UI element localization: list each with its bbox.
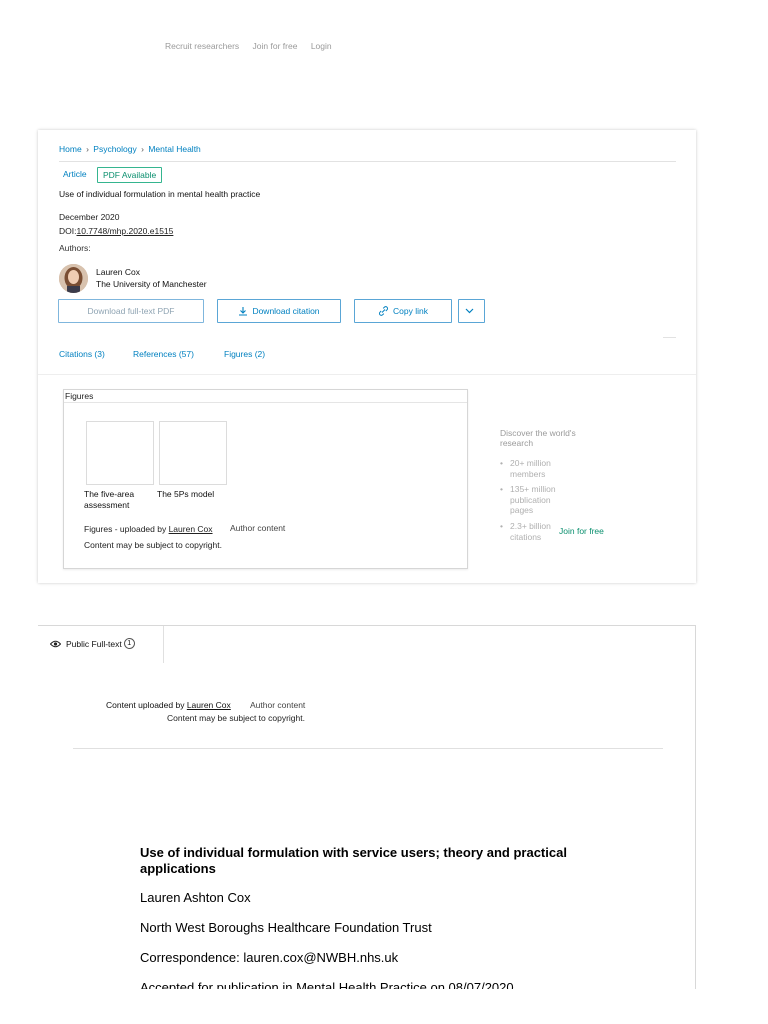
copy-link-label: Copy link bbox=[393, 306, 428, 316]
chevron-right-icon: › bbox=[86, 144, 89, 154]
divider bbox=[64, 402, 467, 403]
uploader-link[interactable]: Lauren Cox bbox=[169, 524, 213, 534]
eye-icon bbox=[50, 640, 61, 647]
recruit-researchers-link[interactable]: Recruit researchers bbox=[165, 41, 239, 51]
login-link[interactable]: Login bbox=[311, 41, 332, 51]
viewport-cutoff bbox=[0, 989, 768, 1024]
figure-caption[interactable]: The 5Ps model bbox=[157, 489, 214, 499]
download-pdf-button[interactable]: Download full-text PDF bbox=[58, 299, 204, 323]
copyright-note: Content may be subject to copyright. bbox=[167, 713, 305, 723]
breadcrumb-home[interactable]: Home bbox=[59, 144, 82, 154]
doi-link[interactable]: 10.7748/mhp.2020.e1515 bbox=[76, 226, 173, 236]
figure-thumbnail-5ps[interactable] bbox=[159, 421, 227, 485]
download-citation-button[interactable]: Download citation bbox=[217, 299, 341, 323]
tab-figures[interactable]: Figures (2) bbox=[224, 349, 265, 359]
publication-title: Use of individual formulation in mental … bbox=[59, 189, 261, 199]
tab-references[interactable]: References (57) bbox=[133, 349, 194, 359]
doi-label: DOI: bbox=[59, 226, 77, 236]
doi: DOI:10.7748/mhp.2020.e1515 bbox=[59, 226, 173, 236]
bullet-icon: • bbox=[500, 521, 503, 531]
bullet-icon: • bbox=[500, 458, 503, 468]
document-title: Use of individual formulation with servi… bbox=[140, 845, 567, 876]
breadcrumb-psychology[interactable]: Psychology bbox=[93, 144, 136, 154]
pdf-available-badge: PDF Available bbox=[97, 167, 163, 183]
download-citation-label: Download citation bbox=[252, 306, 320, 316]
download-icon bbox=[239, 307, 248, 316]
download-pdf-label: Download full-text PDF bbox=[87, 306, 175, 316]
info-icon[interactable]: 1 bbox=[123, 638, 135, 649]
figure-caption[interactable]: The five-area assessment bbox=[84, 489, 156, 511]
breadcrumb: Home › Psychology › Mental Health bbox=[59, 144, 201, 154]
bullet-icon: • bbox=[500, 484, 503, 494]
chevron-down-icon bbox=[465, 308, 474, 314]
tab-citations[interactable]: Citations (3) bbox=[59, 349, 105, 359]
author-content-label: Author content bbox=[250, 700, 306, 710]
stat-text: 20+ million members bbox=[510, 458, 551, 479]
chevron-right-icon: › bbox=[141, 144, 144, 154]
public-fulltext-label: Public Full-text 1 bbox=[50, 638, 135, 649]
avatar[interactable] bbox=[59, 264, 88, 293]
link-icon bbox=[379, 306, 388, 316]
divider bbox=[59, 161, 676, 162]
uploaded-prefix: Content uploaded by bbox=[106, 700, 187, 710]
stat-text: 2.3+ billion citations bbox=[510, 521, 551, 542]
uploader-link[interactable]: Lauren Cox bbox=[187, 700, 231, 710]
top-nav: Recruit researchers Join for free Login bbox=[165, 41, 343, 51]
stat-text: 135+ million publication pages bbox=[510, 484, 556, 515]
divider bbox=[663, 337, 676, 338]
figures-heading: Figures bbox=[65, 391, 94, 401]
join-for-free-button[interactable]: Join for free bbox=[559, 526, 604, 536]
content-uploaded-by: Content uploaded by Lauren Cox bbox=[106, 700, 231, 710]
document-organisation: North West Boroughs Healthcare Foundatio… bbox=[140, 920, 432, 935]
public-fulltext-text: Public Full-text bbox=[66, 638, 122, 649]
divider bbox=[38, 374, 696, 375]
figure-thumbnail-five-area[interactable] bbox=[86, 421, 154, 485]
author-affiliation: The University of Manchester bbox=[96, 279, 207, 289]
authors-label: Authors: bbox=[59, 243, 91, 253]
document-correspondence: Correspondence: lauren.cox@NWBH.nhs.uk bbox=[140, 950, 399, 965]
discover-heading: Discover the world's research bbox=[500, 428, 576, 448]
divider bbox=[73, 748, 663, 749]
article-type-badge: Article bbox=[63, 169, 87, 179]
figures-uploaded-by: Figures - uploaded by Lauren Cox bbox=[84, 524, 213, 534]
more-actions-button[interactable] bbox=[458, 299, 485, 323]
copy-link-button[interactable]: Copy link bbox=[354, 299, 452, 323]
author-content-label: Author content bbox=[230, 523, 286, 533]
copyright-note: Content may be subject to copyright. bbox=[84, 540, 222, 550]
document-author: Lauren Ashton Cox bbox=[140, 890, 251, 905]
author-name[interactable]: Lauren Cox bbox=[96, 267, 140, 277]
join-for-free-link[interactable]: Join for free bbox=[253, 41, 298, 51]
breadcrumb-mental-health[interactable]: Mental Health bbox=[148, 144, 200, 154]
publication-date: December 2020 bbox=[59, 212, 120, 222]
uploaded-prefix: Figures - uploaded by bbox=[84, 524, 169, 534]
